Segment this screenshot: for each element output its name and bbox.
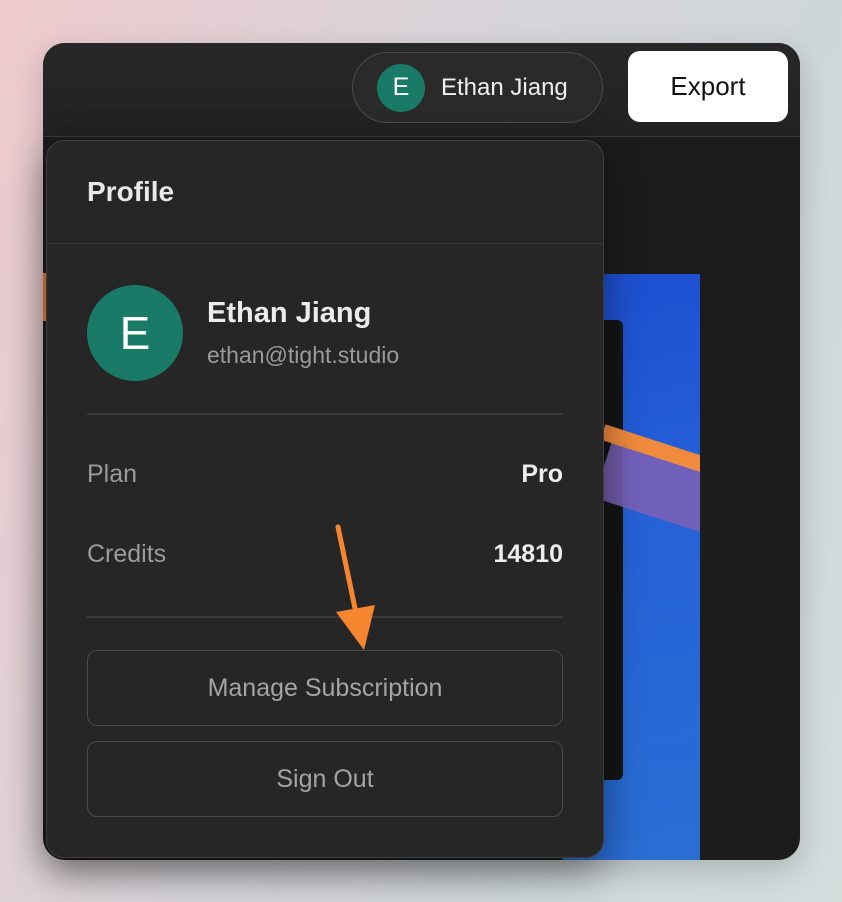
plan-value: Pro [521, 460, 563, 488]
avatar: E [87, 285, 183, 381]
popover-header: Profile [47, 141, 603, 244]
user-email: ethan@tight.studio [207, 342, 400, 368]
manage-subscription-button[interactable]: Manage Subscription [87, 650, 563, 726]
user-menu-button[interactable]: E Ethan Jiang [352, 52, 603, 123]
export-button[interactable]: Export [628, 51, 788, 122]
profile-popover: Profile E Ethan Jiang ethan@tight.studio… [46, 140, 604, 858]
user-info: Ethan Jiang ethan@tight.studio [207, 297, 399, 369]
divider [87, 413, 563, 415]
popover-title: Profile [87, 176, 175, 207]
credits-label: Credits [87, 540, 167, 568]
plan-row: Plan Pro [87, 460, 563, 489]
credits-value: 14810 [493, 540, 563, 568]
divider [87, 616, 563, 618]
user-name: Ethan Jiang [441, 73, 568, 101]
user-summary: E Ethan Jiang ethan@tight.studio [87, 285, 399, 381]
plan-label: Plan [87, 460, 138, 488]
avatar: E [377, 63, 425, 112]
user-name: Ethan Jiang [207, 297, 372, 329]
credits-row: Credits 14810 [87, 540, 563, 569]
sign-out-button[interactable]: Sign Out [87, 741, 563, 817]
top-bar: E Ethan Jiang Export [43, 43, 800, 137]
